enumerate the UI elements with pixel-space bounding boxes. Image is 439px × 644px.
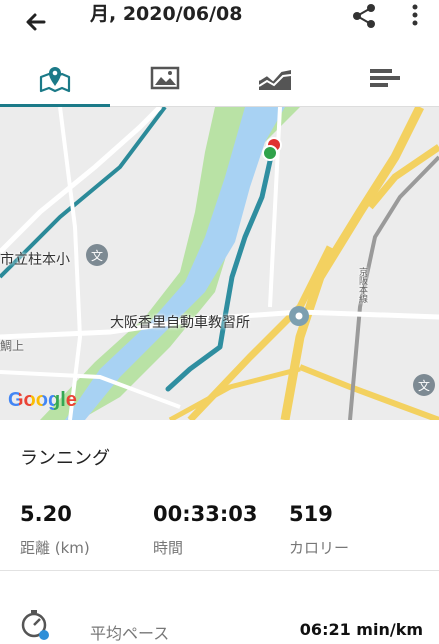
tab-bar	[0, 50, 439, 107]
list-icon	[370, 69, 400, 87]
tab-details[interactable]	[330, 50, 439, 106]
calorie-value: 519	[289, 502, 333, 526]
tab-map[interactable]	[0, 50, 110, 107]
distance-value: 5.20	[20, 502, 72, 526]
svg-text:文: 文	[418, 378, 430, 393]
time-value: 00:33:03	[153, 502, 258, 526]
map-label-road: 京阪本線	[357, 267, 367, 303]
more-options-icon[interactable]	[405, 2, 425, 30]
average-pace-value: 06:21 min/km	[299, 620, 423, 639]
route-map[interactable]: 文 文 市立柱本小 大阪香里自動車教習所 鯛上 京阪本線 Google	[0, 107, 439, 420]
time-label: 時間	[153, 539, 184, 557]
google-logo: Google	[8, 389, 77, 411]
map-label-area: 鯛上	[0, 339, 25, 353]
map-label-school: 市立柱本小	[0, 252, 70, 268]
area-chart-icon	[258, 68, 292, 90]
stopwatch-icon	[21, 610, 49, 640]
tab-photos[interactable]	[110, 50, 220, 106]
tab-chart[interactable]	[220, 50, 330, 106]
average-pace-label: 平均ペース	[90, 624, 170, 643]
app-bar: 月, 2020/06/08	[0, 0, 439, 50]
calorie-label: カロリー	[289, 539, 350, 557]
activity-type: ランニング	[20, 448, 110, 469]
share-icon[interactable]	[348, 2, 380, 30]
distance-label: 距離 (km)	[20, 539, 90, 557]
page-title: 月, 2020/06/08	[90, 3, 243, 25]
map-label-driving-school: 大阪香里自動車教習所	[110, 315, 250, 331]
back-arrow-icon[interactable]	[20, 8, 54, 42]
map-pin-icon	[39, 67, 71, 93]
image-icon	[150, 66, 180, 90]
average-pace-row: 平均ペース 06:21 min/km	[0, 577, 439, 643]
svg-text:文: 文	[91, 248, 103, 263]
activity-summary: ランニング 5.20 距離 (km) 00:33:03 時間 519 カロリー	[0, 420, 439, 571]
